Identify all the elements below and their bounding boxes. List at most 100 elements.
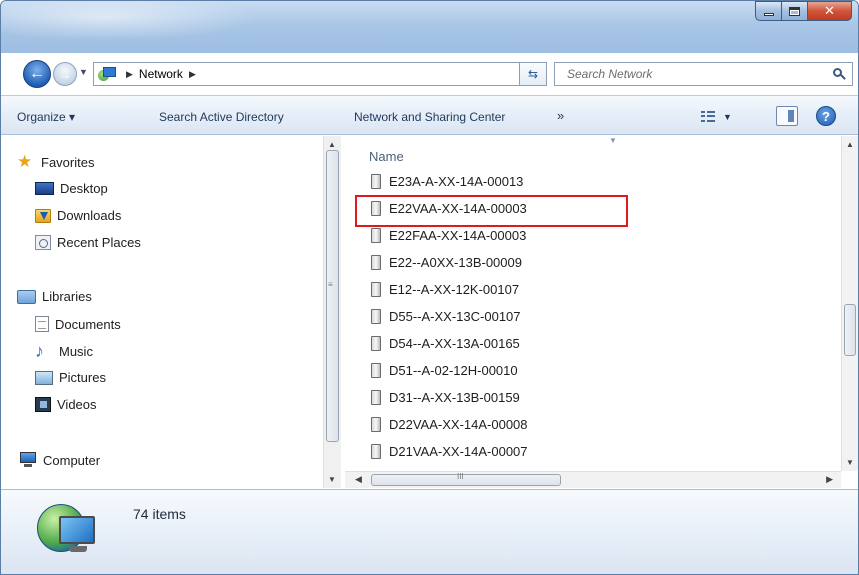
network-share-icon <box>371 363 381 378</box>
file-list-horizontal-scrollbar[interactable]: ◀ III ▶ <box>345 471 841 488</box>
list-item[interactable]: E12--A-XX-12K-00107 <box>371 282 519 297</box>
sort-indicator-icon: ▼ <box>609 136 617 145</box>
nav-music[interactable]: ♪ Music <box>35 341 93 361</box>
documents-icon <box>35 316 49 332</box>
breadcrumb-network[interactable]: Network <box>139 67 183 81</box>
desktop-icon <box>35 182 54 195</box>
star-icon: ★ <box>17 152 33 171</box>
minimize-button[interactable] <box>755 1 782 21</box>
list-item[interactable]: E22FAA-XX-14A-00003 <box>371 228 526 243</box>
nav-recent-places[interactable]: Recent Places <box>35 235 141 250</box>
scroll-up-icon[interactable]: ▲ <box>328 140 336 149</box>
navigation-pane: ★ Favorites Desktop Downloads Recent Pla… <box>1 136 343 488</box>
nav-computer[interactable]: Computer <box>17 452 100 468</box>
scroll-down-icon[interactable]: ▼ <box>328 475 336 484</box>
breadcrumb-chevron-icon[interactable]: ▶ <box>189 69 196 80</box>
search-placeholder: Search Network <box>567 67 653 81</box>
nav-computer-label: Computer <box>43 452 101 468</box>
network-share-icon <box>371 336 381 351</box>
help-icon: ? <box>822 108 830 124</box>
music-icon: ♪ <box>35 341 44 361</box>
back-button[interactable]: ← <box>23 60 51 88</box>
network-share-icon <box>371 444 381 459</box>
maximize-icon <box>789 6 800 16</box>
close-button[interactable]: ✕ <box>808 1 852 21</box>
back-arrow-icon: ← <box>29 65 45 82</box>
file-name: D31--A-XX-13B-00159 <box>389 390 520 405</box>
scroll-grip-icon: ≡ <box>328 280 333 289</box>
file-list-scroll-thumb[interactable] <box>844 304 856 356</box>
nav-libraries[interactable]: Libraries <box>17 289 92 304</box>
address-bar[interactable]: ▶ Network ▶ ▼ <box>93 62 547 86</box>
file-name: D21VAA-XX-14A-00007 <box>389 444 528 459</box>
list-item[interactable]: D54--A-XX-13A-00165 <box>371 336 520 351</box>
scroll-up-icon[interactable]: ▲ <box>846 140 854 149</box>
videos-icon <box>35 397 51 412</box>
list-item[interactable]: E22--A0XX-13B-00009 <box>371 255 522 270</box>
nav-favorites[interactable]: ★ Favorites <box>17 152 95 171</box>
file-name: D51--A-02-12H-00010 <box>389 363 518 378</box>
scroll-right-icon[interactable]: ▶ <box>826 474 833 485</box>
file-name: E23A-A-XX-14A-00013 <box>389 174 524 189</box>
nav-desktop[interactable]: Desktop <box>35 181 108 196</box>
help-button[interactable]: ? <box>816 106 836 126</box>
network-share-icon <box>371 282 381 297</box>
network-sharing-center-button[interactable]: Network and Sharing Center <box>354 110 505 124</box>
organize-menu[interactable]: Organize ▾ <box>17 110 75 124</box>
nav-documents-label: Documents <box>55 316 121 332</box>
navigation-scroll-thumb[interactable] <box>326 150 339 442</box>
breadcrumb-chevron-icon[interactable]: ▶ <box>126 69 133 80</box>
forward-arrow-icon: → <box>58 66 72 82</box>
recent-places-icon <box>35 235 51 250</box>
network-share-icon <box>371 255 381 270</box>
recent-pages-dropdown[interactable]: ▼ <box>79 67 88 77</box>
refresh-icon: ⇆ <box>527 67 539 81</box>
network-icon <box>98 66 120 82</box>
list-item[interactable]: D51--A-02-12H-00010 <box>371 363 518 378</box>
details-pane: 74 items <box>1 489 858 574</box>
explorer-window: ✕ ← → ▼ ▶ Network ▶ ▼ ⇆ Search Network O… <box>0 0 859 575</box>
maximize-button[interactable] <box>782 1 808 21</box>
nav-music-label: Music <box>59 343 93 359</box>
scroll-down-icon[interactable]: ▼ <box>846 458 854 467</box>
file-name: E22FAA-XX-14A-00003 <box>389 228 527 243</box>
highlighted-item-outline <box>355 195 628 227</box>
nav-videos-label: Videos <box>57 397 97 412</box>
scroll-left-icon[interactable]: ◀ <box>355 474 362 485</box>
nav-videos[interactable]: Videos <box>35 397 97 412</box>
list-item[interactable]: D31--A-XX-13B-00159 <box>371 390 520 405</box>
views-icon <box>701 111 717 123</box>
preview-pane-button[interactable] <box>776 106 798 126</box>
search-icon[interactable] <box>832 67 846 81</box>
forward-button[interactable]: → <box>53 62 77 86</box>
list-item[interactable]: E23A-A-XX-14A-00013 <box>371 174 523 189</box>
change-view-button[interactable]: ▼ <box>701 108 741 126</box>
network-share-icon <box>371 390 381 405</box>
file-name: D22VAA-XX-14A-00008 <box>389 417 528 432</box>
search-input[interactable]: Search Network <box>554 62 853 86</box>
file-list: ▼ Name E23A-A-XX-14A-00013 E22VAA-XX-14A… <box>345 136 858 488</box>
nav-favorites-label: Favorites <box>41 154 95 170</box>
downloads-icon <box>35 208 51 223</box>
nav-pictures-label: Pictures <box>59 370 106 385</box>
file-list-vertical-scrollbar[interactable]: ▲ ▼ <box>841 136 858 471</box>
list-item[interactable]: D55--A-XX-13C-00107 <box>371 309 521 324</box>
list-item[interactable]: D22VAA-XX-14A-00008 <box>371 417 528 432</box>
search-active-directory-button[interactable]: Search Active Directory <box>159 110 284 124</box>
refresh-button[interactable]: ⇆ <box>519 62 547 86</box>
column-header-name[interactable]: Name <box>369 149 404 164</box>
network-globe-icon <box>37 500 101 564</box>
nav-downloads[interactable]: Downloads <box>35 208 121 223</box>
file-name: D54--A-XX-13A-00165 <box>389 336 520 351</box>
libraries-icon <box>17 289 36 304</box>
breadcrumb: ▶ Network ▶ <box>126 67 196 81</box>
nav-documents[interactable]: Documents <box>35 316 121 332</box>
navigation-scrollbar[interactable]: ▲ ≡ ▼ <box>323 136 341 488</box>
more-commands-button[interactable]: » <box>557 108 564 123</box>
pictures-icon <box>35 370 53 385</box>
minimize-icon <box>763 12 774 16</box>
list-item[interactable]: D21VAA-XX-14A-00007 <box>371 444 528 459</box>
file-name: D55--A-XX-13C-00107 <box>389 309 521 324</box>
nav-pictures[interactable]: Pictures <box>35 370 106 385</box>
horizontal-scroll-thumb[interactable] <box>371 474 561 486</box>
